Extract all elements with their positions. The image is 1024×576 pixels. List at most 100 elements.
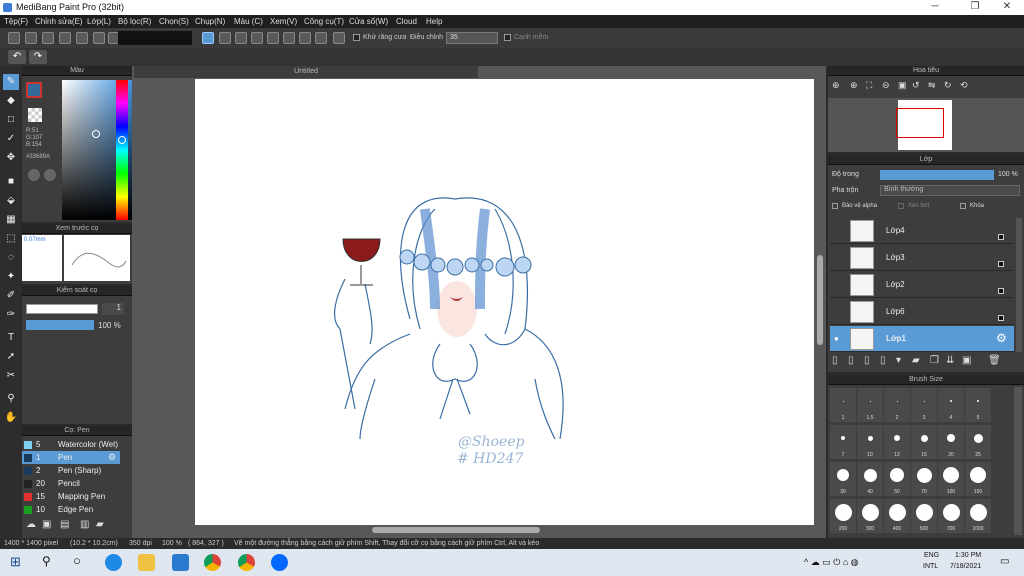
hue-slider[interactable] bbox=[116, 80, 128, 220]
zoom-out-icon[interactable]: ⊖ bbox=[882, 80, 890, 91]
brush-size-cell[interactable]: 100 bbox=[938, 462, 964, 496]
brush-size-cell[interactable]: 5 bbox=[965, 388, 991, 422]
merge-down-icon[interactable]: ⇊ bbox=[946, 355, 954, 366]
navigator-preview[interactable] bbox=[828, 98, 1024, 152]
operation-tool-icon[interactable]: ➚ bbox=[3, 349, 19, 365]
menu-select[interactable]: Chọn(S) bbox=[159, 17, 189, 26]
rect-select-tool-icon[interactable]: ⬚ bbox=[3, 231, 19, 247]
redo-button[interactable]: ↷ bbox=[29, 50, 47, 64]
undo-button[interactable]: ↶ bbox=[8, 50, 26, 64]
new-halftone-layer-icon[interactable]: ▯ bbox=[848, 355, 854, 366]
brush-size-cell[interactable]: 200 bbox=[830, 499, 856, 533]
list-icon[interactable] bbox=[93, 32, 105, 44]
clock-time[interactable]: 1:30 PM bbox=[955, 552, 981, 559]
clock-date[interactable]: 7/18/2021 bbox=[950, 563, 981, 570]
layer-row[interactable]: Lớp6 bbox=[830, 299, 1014, 325]
brush-item-edge-pen[interactable]: 10 Edge Pen bbox=[22, 503, 120, 516]
menu-capture[interactable]: Chụp(N) bbox=[195, 17, 225, 26]
transparent-swatch[interactable] bbox=[28, 108, 42, 122]
document-tab[interactable]: Untitled bbox=[134, 66, 478, 78]
lock-checkbox[interactable] bbox=[960, 203, 966, 209]
brush-size-field[interactable]: 1 bbox=[102, 303, 124, 315]
brush-item-mapping-pen[interactable]: 15 Mapping Pen bbox=[22, 490, 120, 503]
select-eraser-icon[interactable]: ✑ bbox=[3, 307, 19, 323]
sv-picker-cursor[interactable] bbox=[92, 130, 100, 138]
actual-size-icon[interactable]: ▣ bbox=[898, 80, 907, 91]
rotate-left-icon[interactable]: ↺ bbox=[912, 80, 920, 91]
clip-checkbox[interactable] bbox=[898, 203, 904, 209]
blend-mode-dropdown[interactable]: Bình thường bbox=[880, 185, 1020, 196]
chrome-profile-icon[interactable] bbox=[238, 554, 255, 571]
chat-icon[interactable] bbox=[59, 32, 71, 44]
divide-tool-icon[interactable]: ✂ bbox=[3, 368, 19, 384]
brush-size-cell[interactable]: 150 bbox=[965, 462, 991, 496]
brush-size-cell[interactable]: 20 bbox=[938, 425, 964, 459]
magic-wand-tool-icon[interactable]: ✦ bbox=[3, 269, 19, 285]
menu-file[interactable]: Tệp(F) bbox=[4, 17, 28, 26]
brush-size-cell[interactable]: 15 bbox=[911, 425, 937, 459]
parallel-snap-icon[interactable] bbox=[219, 32, 231, 44]
primary-color-swatch[interactable] bbox=[26, 82, 42, 98]
gradient-tool-icon[interactable]: ▦ bbox=[3, 212, 19, 228]
menu-cloud[interactable]: Cloud bbox=[396, 17, 417, 26]
brush-opacity-slider[interactable] bbox=[26, 320, 94, 330]
brush-size-cell[interactable]: 500 bbox=[911, 499, 937, 533]
brush-size-cell[interactable]: 4 bbox=[938, 388, 964, 422]
brush-item-pencil[interactable]: 20 Pencil bbox=[22, 477, 120, 490]
text-tool-icon[interactable]: T bbox=[3, 330, 19, 346]
layer-folder-icon[interactable]: ▰ bbox=[912, 355, 920, 366]
layer-visibility-icon[interactable]: ● bbox=[834, 334, 839, 343]
zoom-in-step-icon[interactable]: ⊕ bbox=[850, 80, 858, 91]
layer-scrollbar[interactable] bbox=[1016, 218, 1022, 352]
brush-item-watercolor[interactable]: 5 Watercolor (Wet) bbox=[22, 438, 120, 451]
grid-snap-icon[interactable] bbox=[235, 32, 247, 44]
brush-menu-icon[interactable]: ▤ bbox=[60, 519, 69, 530]
brush-size-cell[interactable]: 12 bbox=[884, 425, 910, 459]
hand-tool-icon[interactable]: ✋ bbox=[3, 410, 19, 426]
brush-size-cell[interactable]: 2 bbox=[884, 388, 910, 422]
adjust-dropdown[interactable]: 35 bbox=[446, 32, 498, 44]
curve-snap-icon[interactable] bbox=[299, 32, 311, 44]
menu-window[interactable]: Cửa sổ(W) bbox=[349, 17, 388, 26]
chrome-icon[interactable] bbox=[204, 554, 221, 571]
maximize-button[interactable]: ❐ bbox=[960, 1, 990, 12]
rotate-right-icon[interactable]: ↻ bbox=[944, 80, 952, 91]
layer-settings-gear-icon[interactable]: ⚙ bbox=[996, 331, 1007, 345]
brush-size-cell[interactable]: 1.5 bbox=[857, 388, 883, 422]
brush-size-cell[interactable]: 70 bbox=[911, 462, 937, 496]
new-8bit-layer-icon[interactable]: ▯ bbox=[864, 355, 870, 366]
brush-folder-icon[interactable]: ▰ bbox=[96, 519, 104, 530]
brush-size-cell[interactable]: 1 bbox=[830, 388, 856, 422]
brush-item-pen-sharp[interactable]: 2 Pen (Sharp) bbox=[22, 464, 120, 477]
brush-tool-icon[interactable]: ✎ bbox=[3, 74, 19, 90]
radial-snap-icon[interactable] bbox=[251, 32, 263, 44]
vertical-scrollbar[interactable] bbox=[817, 255, 823, 345]
share-icon[interactable] bbox=[25, 32, 37, 44]
notification-icon[interactable]: ▭ bbox=[1000, 556, 1009, 567]
move-tool-icon[interactable]: ✥ bbox=[3, 150, 19, 166]
zoom-in-icon[interactable]: ⊕ bbox=[832, 80, 840, 91]
snap-off-icon[interactable] bbox=[202, 32, 214, 44]
page-icon[interactable] bbox=[76, 32, 88, 44]
windows-start-icon[interactable]: ⊞ bbox=[10, 554, 21, 570]
comment-icon[interactable] bbox=[42, 32, 54, 44]
brush-size-cell[interactable]: 1000 bbox=[965, 499, 991, 533]
concentric-snap-icon[interactable] bbox=[267, 32, 279, 44]
alpha-protect-checkbox[interactable] bbox=[832, 203, 838, 209]
soft-edge-checkbox[interactable] bbox=[504, 34, 511, 41]
dell-icon[interactable] bbox=[172, 554, 189, 571]
brush-size-cell[interactable]: 3 bbox=[911, 388, 937, 422]
snap-settings-gear-icon[interactable] bbox=[333, 32, 345, 44]
menu-tools[interactable]: Công cụ(T) bbox=[304, 17, 344, 26]
horizontal-scrollbar[interactable] bbox=[372, 527, 540, 533]
brush-item-pen[interactable]: 1 Pen ⚙ bbox=[22, 451, 120, 464]
brush-settings-gear-icon[interactable]: ⚙ bbox=[108, 452, 116, 463]
circle-snap-icon[interactable] bbox=[283, 32, 295, 44]
palette-icon[interactable] bbox=[28, 169, 40, 181]
brush-size-cell[interactable]: 25 bbox=[965, 425, 991, 459]
cloud-icon[interactable] bbox=[8, 32, 20, 44]
fill-rect-tool-icon[interactable]: ■ bbox=[3, 174, 19, 190]
delete-layer-icon[interactable]: 🗑 bbox=[988, 355, 1001, 366]
layer-row-selected[interactable]: ● Lớp1 ⚙ bbox=[830, 326, 1014, 352]
navigator-viewport[interactable] bbox=[896, 108, 944, 138]
